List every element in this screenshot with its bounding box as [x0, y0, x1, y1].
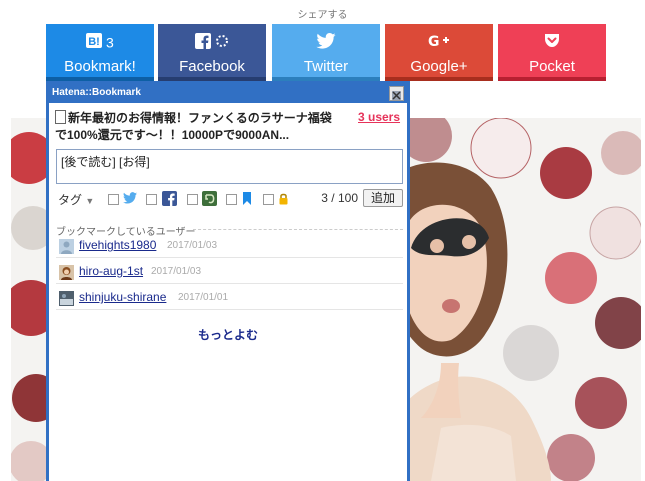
- twitter-bird-icon: [123, 192, 137, 207]
- bookmark-date: 2017/01/01: [178, 292, 229, 303]
- lock-icon: [278, 192, 289, 208]
- tag-options-row: タグ ▼ 3 / 100 追加: [56, 189, 406, 209]
- chevron-down-icon: ▼: [85, 196, 95, 206]
- google-plus-share-button[interactable]: G Google+: [385, 24, 493, 81]
- comment-input[interactable]: [後で読む] [お得]: [56, 149, 403, 184]
- hatena-b-icon: B!: [86, 33, 103, 51]
- facebook-icon: [162, 191, 177, 209]
- hatena-bookmark-button[interactable]: B! 3 Bookmark!: [46, 24, 154, 81]
- user-row: fivehights1980 2017/01/03: [56, 234, 403, 258]
- evernote-checkbox[interactable]: [187, 194, 198, 205]
- entry-title[interactable]: 新年最初のお得情報！ファンくるのラサーナ福袋で100%還元です〜！！10000P…: [55, 110, 341, 144]
- twitter-checkbox[interactable]: [108, 194, 119, 205]
- avatar[interactable]: [59, 265, 74, 280]
- share-heading: シェアする: [297, 10, 348, 21]
- add-button[interactable]: 追加: [363, 189, 403, 207]
- user-row: hiro-aug-1st 2017/01/03: [56, 260, 403, 284]
- user-name-link[interactable]: fivehights1980: [79, 238, 156, 252]
- svg-text:B!: B!: [88, 36, 100, 48]
- facebook-label: Facebook: [179, 58, 245, 75]
- svg-text:G: G: [428, 34, 440, 49]
- private-checkbox[interactable]: [263, 194, 274, 205]
- character-count: 3 / 100: [321, 191, 358, 205]
- bookmark-ribbon-icon: [241, 191, 253, 209]
- users-count-link[interactable]: 3 users: [358, 110, 400, 124]
- facebook-checkbox[interactable]: [146, 194, 157, 205]
- twitter-share-button[interactable]: Twitter: [272, 24, 380, 81]
- facebook-icon: [195, 33, 229, 52]
- close-icon[interactable]: [389, 86, 404, 101]
- user-row: shinjuku-shirane 2017/01/01: [56, 286, 403, 310]
- bookmark-count: 3: [106, 34, 114, 51]
- hatena-bookmark-popup: Hatena::Bookmark 新年最初のお得情報！ファンくるのラサーナ福袋で…: [46, 81, 410, 481]
- twitter-label: Twitter: [303, 58, 349, 75]
- evernote-icon: [202, 191, 217, 209]
- google-plus-icon: G: [428, 33, 450, 52]
- read-more-link[interactable]: もっとよむ: [49, 326, 407, 343]
- hatena-label: Bookmark!: [64, 58, 136, 75]
- user-name-link[interactable]: shinjuku-shirane: [79, 290, 166, 304]
- avatar[interactable]: [59, 291, 74, 306]
- facebook-share-button[interactable]: Facebook: [158, 24, 266, 81]
- bookmark-date: 2017/01/03: [167, 240, 218, 251]
- user-name-link[interactable]: hiro-aug-1st: [79, 264, 143, 278]
- google-plus-label: Google+: [410, 58, 468, 75]
- pocket-share-button[interactable]: Pocket: [498, 24, 606, 81]
- avatar[interactable]: [59, 239, 74, 254]
- twitter-bird-icon: [316, 33, 336, 52]
- document-icon: [55, 110, 66, 124]
- tag-dropdown[interactable]: タグ ▼: [58, 191, 94, 208]
- pocket-label: Pocket: [529, 58, 575, 75]
- bookmark-checkbox[interactable]: [226, 194, 237, 205]
- bookmark-date: 2017/01/03: [151, 266, 202, 277]
- popup-header: Hatena::Bookmark: [49, 84, 407, 103]
- popup-title: Hatena::Bookmark: [52, 87, 141, 98]
- pocket-icon: [544, 33, 560, 51]
